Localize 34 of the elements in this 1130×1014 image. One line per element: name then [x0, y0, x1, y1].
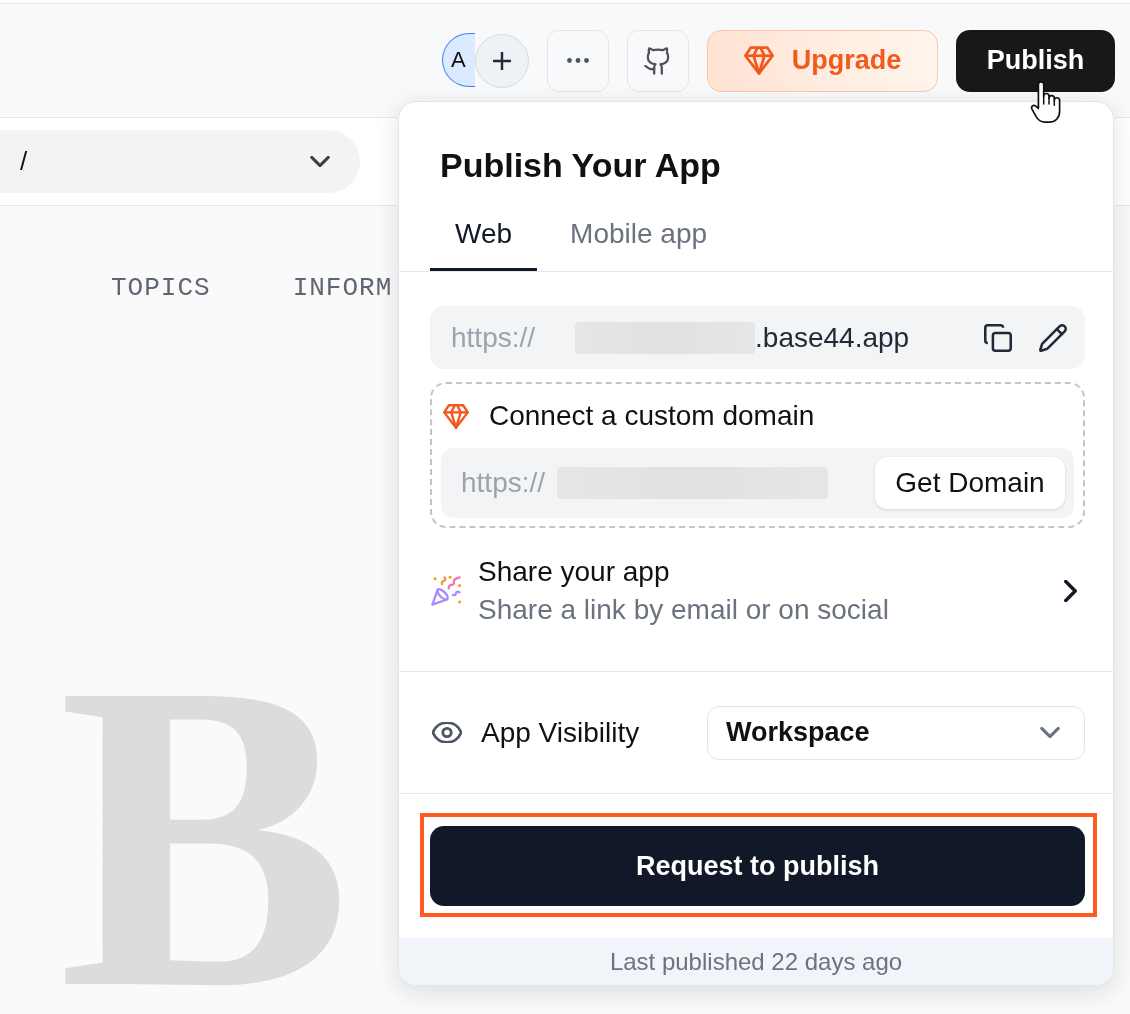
request-publish-button[interactable]: Request to publish	[430, 826, 1085, 906]
diamond-icon	[443, 403, 469, 429]
chevron-down-icon	[1040, 727, 1060, 738]
nav-link[interactable]: INFORM	[292, 273, 393, 303]
visibility-select[interactable]: Workspace	[707, 705, 1085, 760]
party-popper-icon	[431, 576, 461, 606]
plus-icon	[493, 51, 511, 70]
share-subtitle: Share a link by email or on social	[478, 593, 889, 627]
domain-field[interactable]: https:// Get Domain	[441, 448, 1074, 518]
visibility-label: App Visibility	[481, 716, 640, 749]
get-domain-button[interactable]: Get Domain	[875, 457, 1065, 509]
eye-icon	[432, 722, 462, 743]
share-title[interactable]: Share your app	[478, 553, 670, 591]
repository-button[interactable]	[627, 29, 689, 92]
url-prefix: https://	[451, 321, 536, 354]
popover-title: Publish Your App	[440, 145, 721, 185]
chevron-down-icon	[310, 156, 330, 167]
pencil-icon[interactable]	[1039, 323, 1067, 352]
url-suffix: .base44.app	[755, 321, 910, 354]
diamond-icon	[743, 46, 774, 75]
copy-icon[interactable]	[984, 323, 1012, 352]
chevron-right-icon	[1064, 580, 1077, 602]
cat-logo-icon	[644, 46, 672, 75]
custom-domain-title: Connect a custom domain	[489, 399, 815, 433]
nav-link[interactable]: TOPICS	[111, 273, 211, 303]
page-selector[interactable]: /	[0, 130, 360, 193]
url-prefix: https://	[461, 467, 546, 499]
tab[interactable]: Mobile app	[545, 200, 733, 271]
tab[interactable]: Web	[430, 200, 538, 271]
user-avatar[interactable]: A	[442, 32, 475, 87]
more-icon	[567, 58, 589, 63]
last-published-footer: Last published 22 days ago	[399, 938, 1113, 985]
publish-button[interactable]: Publish	[956, 29, 1115, 92]
add-member-button[interactable]	[475, 33, 529, 88]
